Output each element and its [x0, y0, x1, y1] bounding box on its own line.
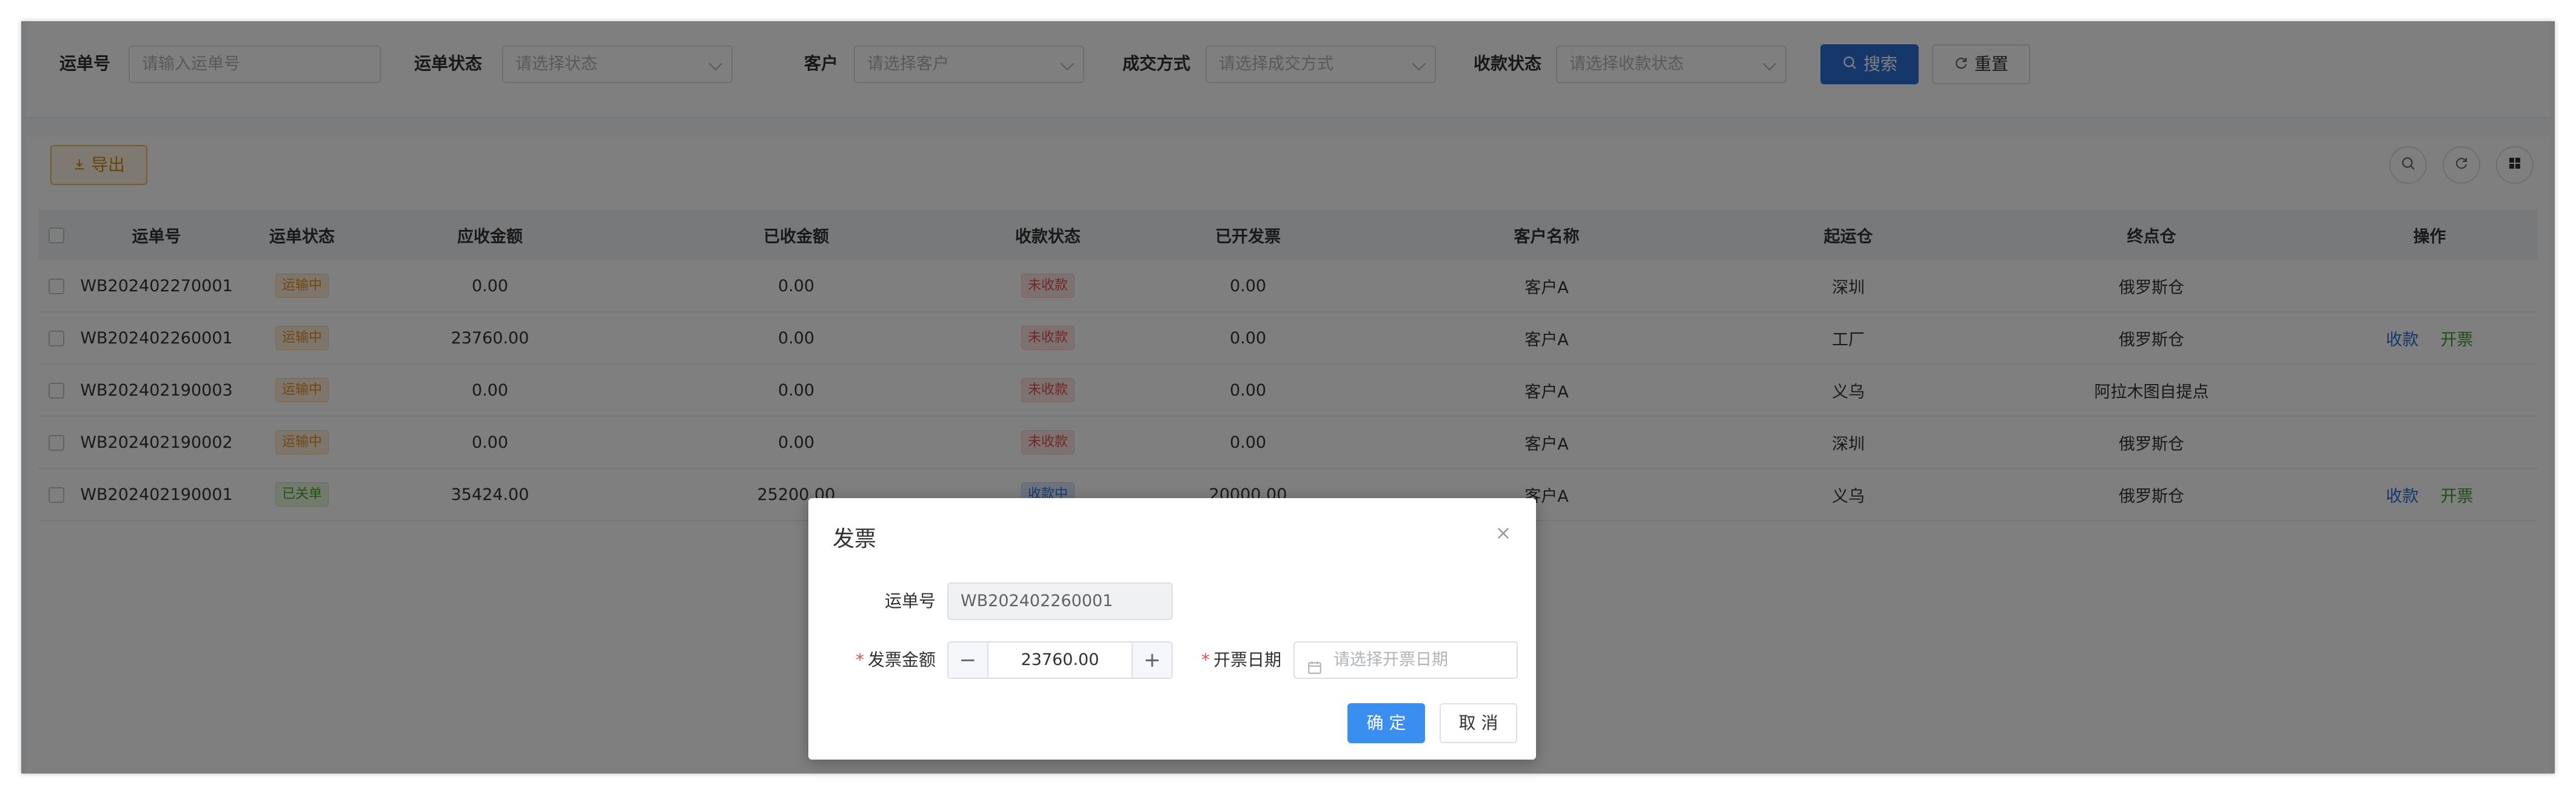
dialog-waybill-field: WB202402260001 — [947, 582, 1173, 620]
invoice-amount-input[interactable]: 23760.00 — [988, 643, 1132, 678]
required-mark: * — [1201, 650, 1210, 670]
decrement-button[interactable]: − — [948, 643, 988, 678]
invoice-date-picker[interactable]: 请选择开票日期 — [1293, 641, 1518, 679]
confirm-button[interactable]: 确 定 — [1347, 703, 1425, 743]
calendar-icon — [1307, 653, 1323, 688]
dialog-waybill-label: 运单号 — [884, 591, 936, 611]
invoice-date-label: * 开票日期 — [1184, 641, 1281, 679]
invoice-date-label-text: 开票日期 — [1213, 650, 1281, 670]
invoice-amount-label: * 发票金额 — [833, 641, 936, 679]
required-mark: * — [855, 650, 864, 670]
invoice-dialog: 发票 运单号 WB202402260001 * 发票金额 − 23760.00 +… — [808, 498, 1536, 760]
dialog-title: 发票 — [833, 527, 877, 551]
invoice-date-placeholder: 请选择开票日期 — [1333, 650, 1448, 669]
close-icon[interactable] — [1495, 525, 1512, 542]
cancel-button[interactable]: 取 消 — [1440, 703, 1517, 743]
dialog-waybill-value: WB202402260001 — [961, 592, 1113, 610]
invoice-amount-label-text: 发票金额 — [867, 650, 936, 670]
increment-button[interactable]: + — [1132, 643, 1172, 678]
invoice-amount-stepper[interactable]: − 23760.00 + — [947, 641, 1173, 679]
